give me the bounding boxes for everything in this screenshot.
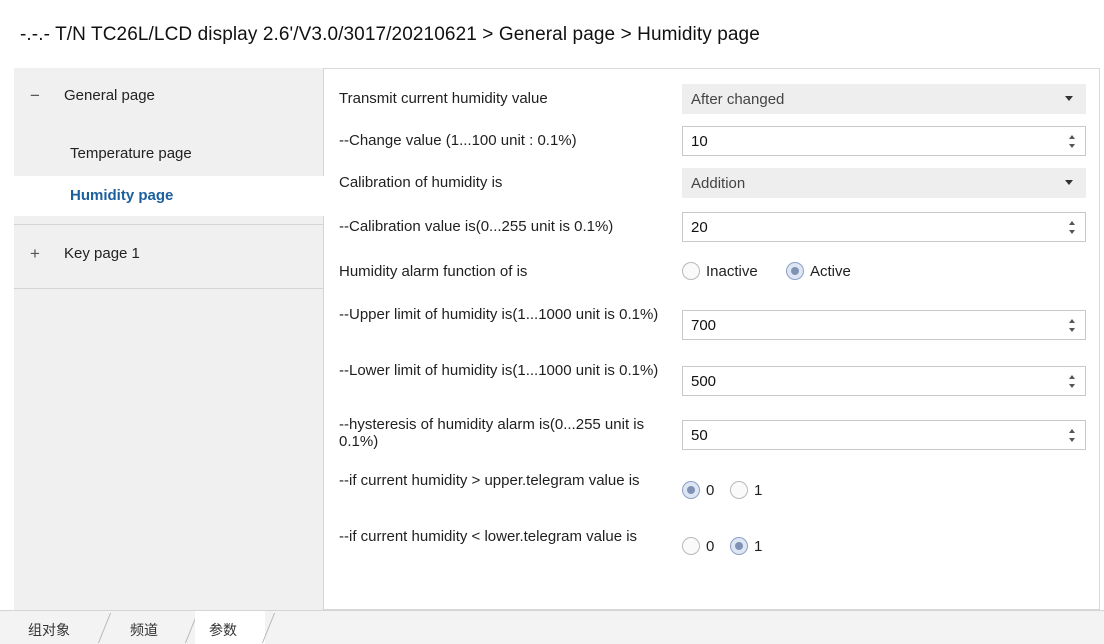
plus-icon[interactable]: + xyxy=(28,244,42,264)
radio-label: 0 xyxy=(706,482,715,499)
radio-label: 1 xyxy=(754,482,763,499)
input-value: 10 xyxy=(691,133,708,150)
tab-label: 参数 xyxy=(209,622,237,638)
tab-label: 频道 xyxy=(130,622,158,638)
spinner-up-icon[interactable] xyxy=(1069,429,1075,433)
param-label: --Lower limit of humidity is(1...1000 un… xyxy=(339,362,659,379)
spinner-down-icon[interactable] xyxy=(1069,230,1075,234)
radio-circle-icon[interactable] xyxy=(682,537,700,555)
radio-circle-checked-icon[interactable] xyxy=(730,537,748,555)
input-value: 500 xyxy=(691,373,717,390)
tree-divider xyxy=(14,288,324,289)
spinner-up-icon[interactable] xyxy=(1069,135,1075,139)
parameter-panel: Transmit current humidity value After ch… xyxy=(325,68,1099,610)
breadcrumb-title: -.-.- T/N TC26L/LCD display 2.6'/V3.0/30… xyxy=(20,24,760,45)
param-label: Humidity alarm function of is xyxy=(339,263,528,280)
chevron-down-icon xyxy=(1065,96,1073,101)
calibration-value-input[interactable]: 20 xyxy=(682,212,1086,242)
tree-group-label: General page xyxy=(64,87,155,104)
dropdown-value: After changed xyxy=(691,91,785,108)
param-label: --Upper limit of humidity is(1...1000 un… xyxy=(339,306,659,323)
radio-circle-checked-icon[interactable] xyxy=(682,481,700,499)
lower-limit-input[interactable]: 500 xyxy=(682,366,1086,396)
hysteresis-input[interactable]: 50 xyxy=(682,420,1086,450)
param-label: --if current humidity < lower.telegram v… xyxy=(339,528,638,545)
spinner-down-icon[interactable] xyxy=(1069,328,1075,332)
spinner-down-icon[interactable] xyxy=(1069,438,1075,442)
input-value: 50 xyxy=(691,427,708,444)
input-value: 700 xyxy=(691,317,717,334)
spinner-down-icon[interactable] xyxy=(1069,144,1075,148)
param-label: Calibration of humidity is xyxy=(339,174,503,191)
tree-group-label: Key page 1 xyxy=(64,245,140,262)
spinner-up-icon[interactable] xyxy=(1069,375,1075,379)
tab-label: 组对象 xyxy=(28,622,70,638)
radio-circle-checked-icon[interactable] xyxy=(786,262,804,280)
radio-label: 1 xyxy=(754,538,763,555)
tab-channels[interactable]: 频道 xyxy=(108,611,188,644)
dropdown-value: Addition xyxy=(691,175,746,192)
spinner-up-icon[interactable] xyxy=(1069,319,1075,323)
tab-parameters[interactable]: 参数 xyxy=(195,611,265,644)
radio-label: Active xyxy=(810,263,851,280)
minus-icon[interactable]: − xyxy=(28,86,42,106)
tree-group-key-page-1[interactable]: + Key page 1 xyxy=(14,226,324,282)
bottom-tab-bar: 组对象 频道 参数 xyxy=(0,610,1104,644)
radio-circle-icon[interactable] xyxy=(730,481,748,499)
tree-item-temperature-page[interactable]: Temperature page xyxy=(14,134,324,174)
tree-divider xyxy=(14,224,324,225)
calibration-dropdown[interactable]: Addition xyxy=(682,168,1086,198)
tree-item-label: Temperature page xyxy=(70,145,192,162)
sidebar: − General page Temperature page Humidity… xyxy=(14,68,324,610)
radio-label: 0 xyxy=(706,538,715,555)
upper-limit-input[interactable]: 700 xyxy=(682,310,1086,340)
radio-circle-icon[interactable] xyxy=(682,262,700,280)
title-bar: -.-.- T/N TC26L/LCD display 2.6'/V3.0/30… xyxy=(0,0,1104,70)
tree-item-humidity-page[interactable]: Humidity page xyxy=(14,176,324,216)
tree-item-label: Humidity page xyxy=(70,187,174,204)
radio-label: Inactive xyxy=(706,263,758,280)
chevron-down-icon xyxy=(1065,180,1073,185)
change-value-input[interactable]: 10 xyxy=(682,126,1086,156)
param-label: --if current humidity > upper.telegram v… xyxy=(339,472,640,489)
spinner-up-icon[interactable] xyxy=(1069,221,1075,225)
input-value: 20 xyxy=(691,219,708,236)
tab-group-objects[interactable]: 组对象 xyxy=(14,611,100,644)
param-label: Transmit current humidity value xyxy=(339,90,548,107)
param-label: --hysteresis of humidity alarm is(0...25… xyxy=(339,416,645,450)
param-label: --Change value (1...100 unit : 0.1%) xyxy=(339,132,577,149)
transmit-humidity-dropdown[interactable]: After changed xyxy=(682,84,1086,114)
spinner-down-icon[interactable] xyxy=(1069,384,1075,388)
tree-group-general-page[interactable]: − General page xyxy=(14,68,324,124)
param-label: --Calibration value is(0...255 unit is 0… xyxy=(339,218,614,235)
